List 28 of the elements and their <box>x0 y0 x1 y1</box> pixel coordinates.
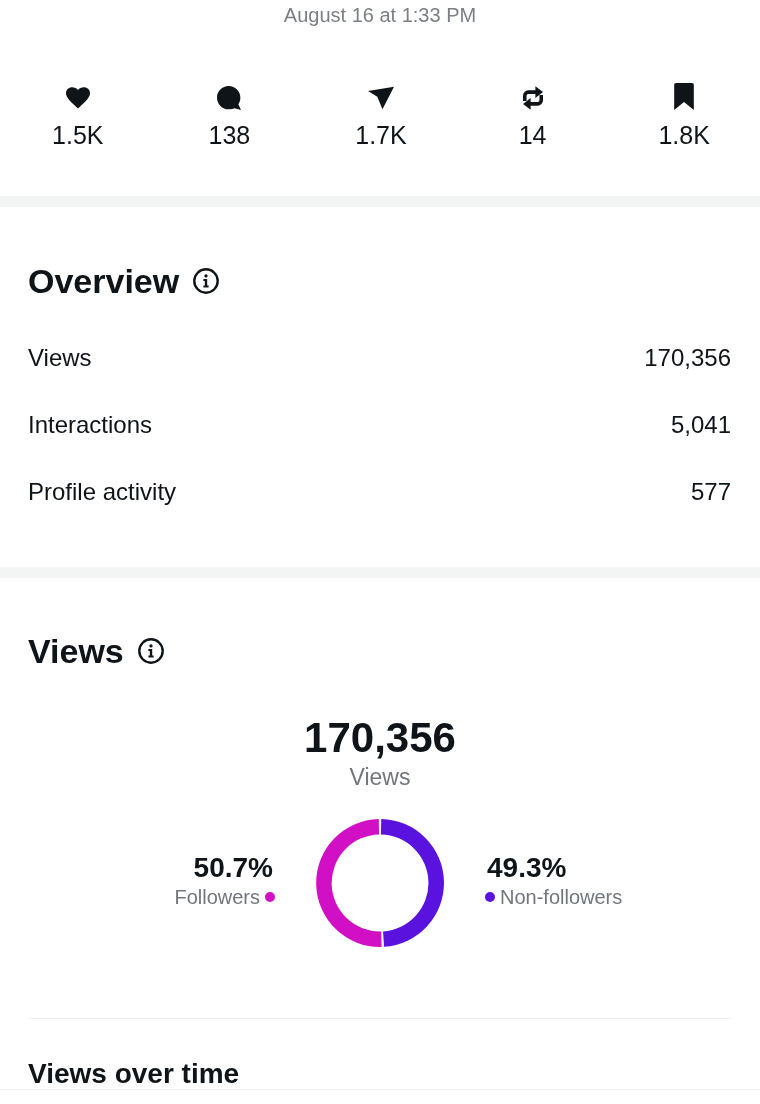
section-heading: Views over time <box>28 1058 240 1089</box>
info-icon[interactable] <box>193 268 220 294</box>
metric-value: 170,356 <box>644 342 731 373</box>
engagement-count: 1.7K <box>355 120 407 150</box>
engagement-count: 14 <box>518 120 547 150</box>
engagement-count: 138 <box>208 120 251 150</box>
paper-plane-icon <box>368 86 394 110</box>
section-heading: Overview <box>28 261 180 301</box>
bookmark-icon <box>674 83 695 110</box>
metric-label: Interactions <box>28 409 153 440</box>
metric-value: 5,041 <box>670 409 731 440</box>
metric-label: Views <box>28 342 92 373</box>
heart-icon <box>65 86 90 110</box>
percentage-value: 49.3% <box>487 852 567 884</box>
speech-bubble-icon <box>217 86 242 110</box>
views-total: 170,356 <box>304 715 456 761</box>
views-total-label: Views <box>349 763 411 791</box>
metric-label: Profile activity <box>28 476 177 507</box>
percentage-value: 50.7% <box>193 852 273 884</box>
post-timestamp: August 16 at 1:33 PM <box>282 3 478 28</box>
metric-value: 577 <box>690 476 731 507</box>
repost-icon <box>522 86 543 110</box>
legend-label: Non-followers <box>500 885 623 910</box>
info-icon[interactable] <box>137 638 164 664</box>
engagement-count: 1.8K <box>658 120 710 150</box>
section-heading: Views <box>28 631 124 671</box>
engagement-count: 1.5K <box>52 120 104 150</box>
legend-label: Followers <box>174 885 260 910</box>
